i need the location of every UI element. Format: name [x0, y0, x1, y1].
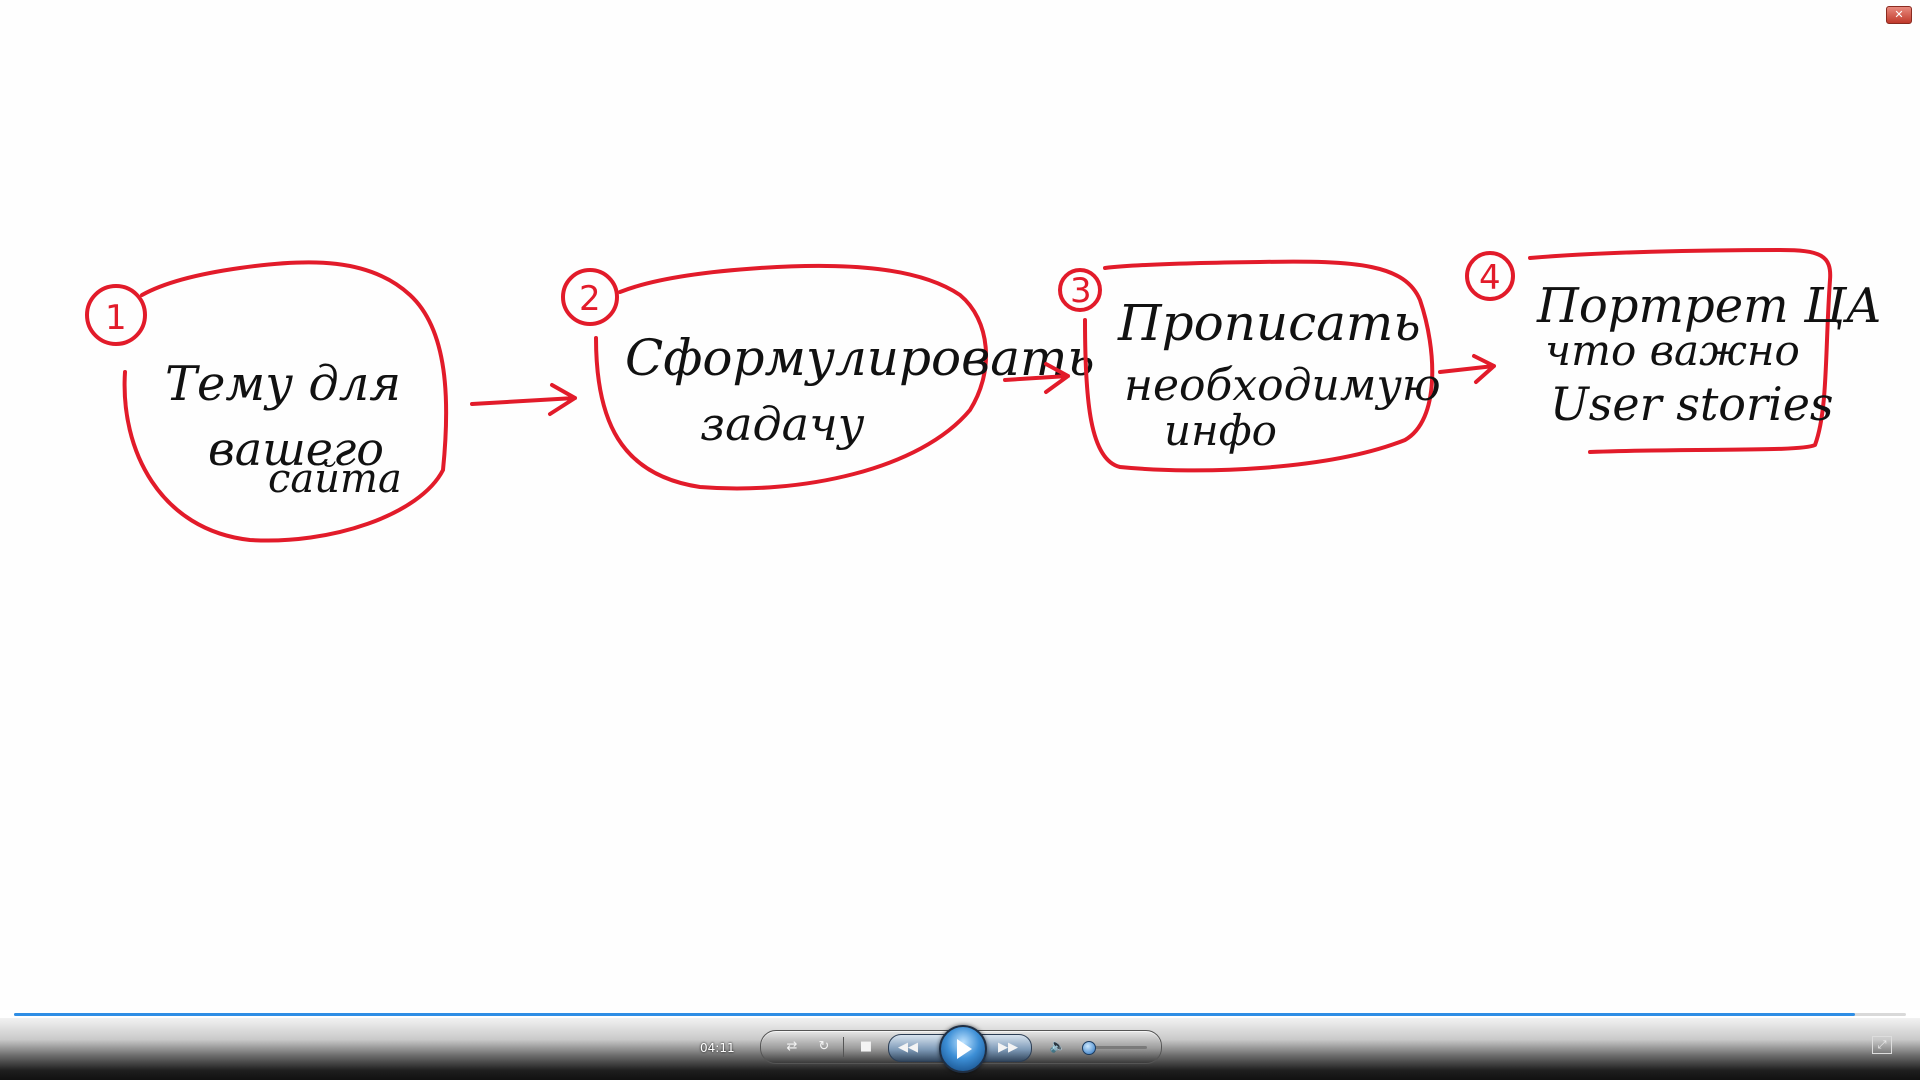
arrow-3-4 [1438, 354, 1496, 384]
step-3-number: 3 [1070, 271, 1092, 311]
step-4: 4 Портрет ЦА что важно User stories [1465, 248, 1882, 454]
step-4-number: 4 [1479, 258, 1501, 298]
fast-forward-icon[interactable]: ▶▶ [997, 1038, 1019, 1058]
speaker-icon[interactable]: 🔈 [1047, 1037, 1069, 1057]
step-4-line-3: User stories [1550, 377, 1834, 431]
shuffle-icon[interactable]: ⇄ [781, 1037, 803, 1057]
video-area: 1 Тему для вашего сайта 2 Сформулировать… [0, 0, 1920, 1010]
rewind-icon[interactable]: ◀◀ [897, 1038, 919, 1058]
step-1-number: 1 [105, 298, 127, 338]
step-2-line-2: задачу [700, 397, 865, 451]
seek-bar[interactable] [14, 1013, 1906, 1016]
step-3-line-1: Прописать [1117, 294, 1421, 352]
step-2-number: 2 [579, 279, 601, 319]
arrow-1-2 [470, 383, 577, 416]
step-3: 3 Прописать необходимую инфо [1058, 259, 1441, 473]
seek-bar-progress [14, 1013, 1855, 1016]
close-button[interactable]: ✕ [1886, 6, 1912, 24]
whiteboard-drawing: 1 Тему для вашего сайта 2 Сформулировать… [85, 248, 1882, 543]
step-3-line-3: инфо [1164, 406, 1277, 455]
divider [843, 1037, 844, 1057]
play-icon [957, 1039, 972, 1059]
step-1: 1 Тему для вашего сайта [85, 260, 449, 543]
elapsed-time: 04:11 [700, 1041, 735, 1055]
repeat-icon[interactable]: ↻ [813, 1037, 835, 1057]
stop-icon[interactable]: ■ [855, 1037, 877, 1057]
step-1-line-3: сайта [268, 456, 402, 502]
step-4-line-2: что важно [1545, 326, 1800, 375]
transport-bar: ⇄ ↻ ■ ◀◀ ▶▶ 🔈 [760, 1025, 1162, 1073]
volume-slider[interactable] [1082, 1041, 1147, 1055]
switch-to-library-icon[interactable]: ⤢ [1872, 1036, 1892, 1054]
step-3-line-2: необходимую [1124, 360, 1441, 411]
step-2: 2 Сформулировать задачу [561, 263, 1095, 491]
volume-knob[interactable] [1082, 1041, 1097, 1055]
step-1-line-1: Тему для [165, 356, 401, 412]
player-controls: 04:11 ⇄ ↻ ■ ◀◀ ▶▶ 🔈 ⤢ [0, 1018, 1920, 1080]
play-button[interactable] [939, 1025, 987, 1073]
